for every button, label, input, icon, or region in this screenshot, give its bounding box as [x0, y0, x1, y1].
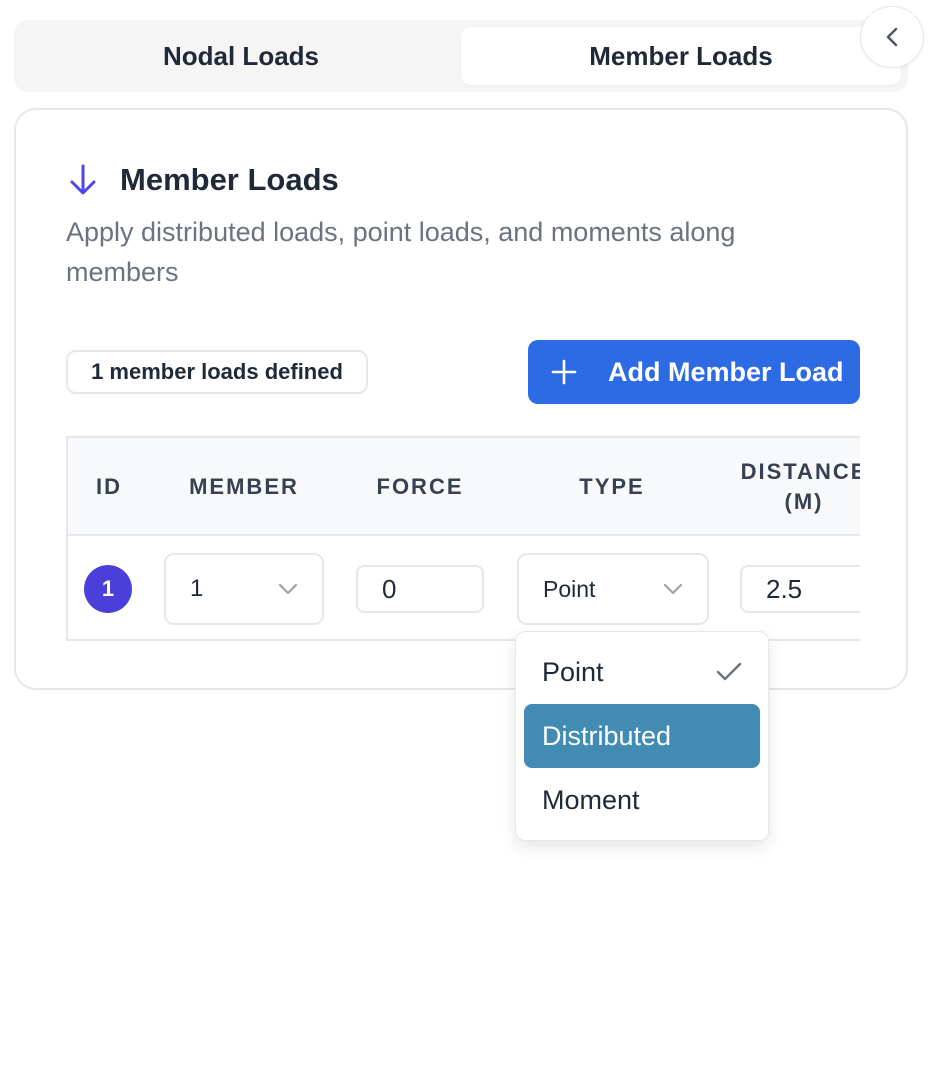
collapse-panel-button[interactable] [860, 6, 924, 68]
dropdown-option-distributed[interactable]: Distributed [524, 704, 760, 768]
tab-member-loads[interactable]: Member Loads [461, 27, 901, 85]
type-select[interactable]: Point [517, 553, 709, 625]
card-title: Member Loads [120, 162, 339, 197]
column-header-id: ID [96, 474, 122, 499]
type-select-value: Point [543, 575, 596, 602]
checkmark-icon [716, 662, 742, 681]
dropdown-option-moment[interactable]: Moment [524, 768, 760, 832]
member-select[interactable]: 1 [164, 553, 324, 625]
card-header: Member Loads [66, 162, 339, 198]
member-loads-card: Member Loads Apply distributed loads, po… [14, 108, 908, 690]
column-header-force: FORCE [376, 474, 464, 499]
table-header: ID MEMBER FORCE TYPE DISTANCE (M) [68, 438, 860, 536]
member-loads-table: ID MEMBER FORCE TYPE DISTANCE (M) 1 1 0 … [66, 436, 860, 641]
dropdown-option-label: Moment [542, 784, 640, 815]
distance-input[interactable]: 2.5 [740, 565, 860, 613]
tab-nodal-loads[interactable]: Nodal Loads [21, 27, 461, 85]
add-member-load-label: Add Member Load [608, 356, 844, 387]
column-header-distance: DISTANCE (M) [740, 459, 860, 514]
dropdown-option-label: Distributed [542, 720, 672, 751]
arrow-down-icon [66, 162, 100, 198]
load-type-tabs: Nodal Loads Member Loads [14, 20, 908, 92]
distance-input-value: 2.5 [766, 573, 803, 604]
table-row: 1 1 0 Point 2.5 [68, 536, 860, 639]
column-header-type: TYPE [579, 474, 645, 499]
dropdown-option-label: Point [542, 656, 604, 687]
dropdown-option-point[interactable]: Point [524, 640, 760, 704]
row-id-badge: 1 [84, 565, 132, 613]
member-loads-count-badge: 1 member loads defined [66, 350, 368, 394]
chevron-down-icon [663, 583, 683, 595]
force-input-value: 0 [382, 573, 397, 604]
chevron-left-icon [886, 27, 898, 47]
type-dropdown-menu: Point Distributed Moment [515, 631, 769, 841]
force-input[interactable]: 0 [356, 565, 484, 613]
chevron-down-icon [278, 583, 298, 595]
column-header-member: MEMBER [189, 474, 299, 499]
member-select-value: 1 [190, 575, 204, 602]
card-description: Apply distributed loads, point loads, an… [66, 217, 736, 287]
plus-icon [550, 358, 578, 386]
add-member-load-button[interactable]: Add Member Load [528, 340, 860, 404]
